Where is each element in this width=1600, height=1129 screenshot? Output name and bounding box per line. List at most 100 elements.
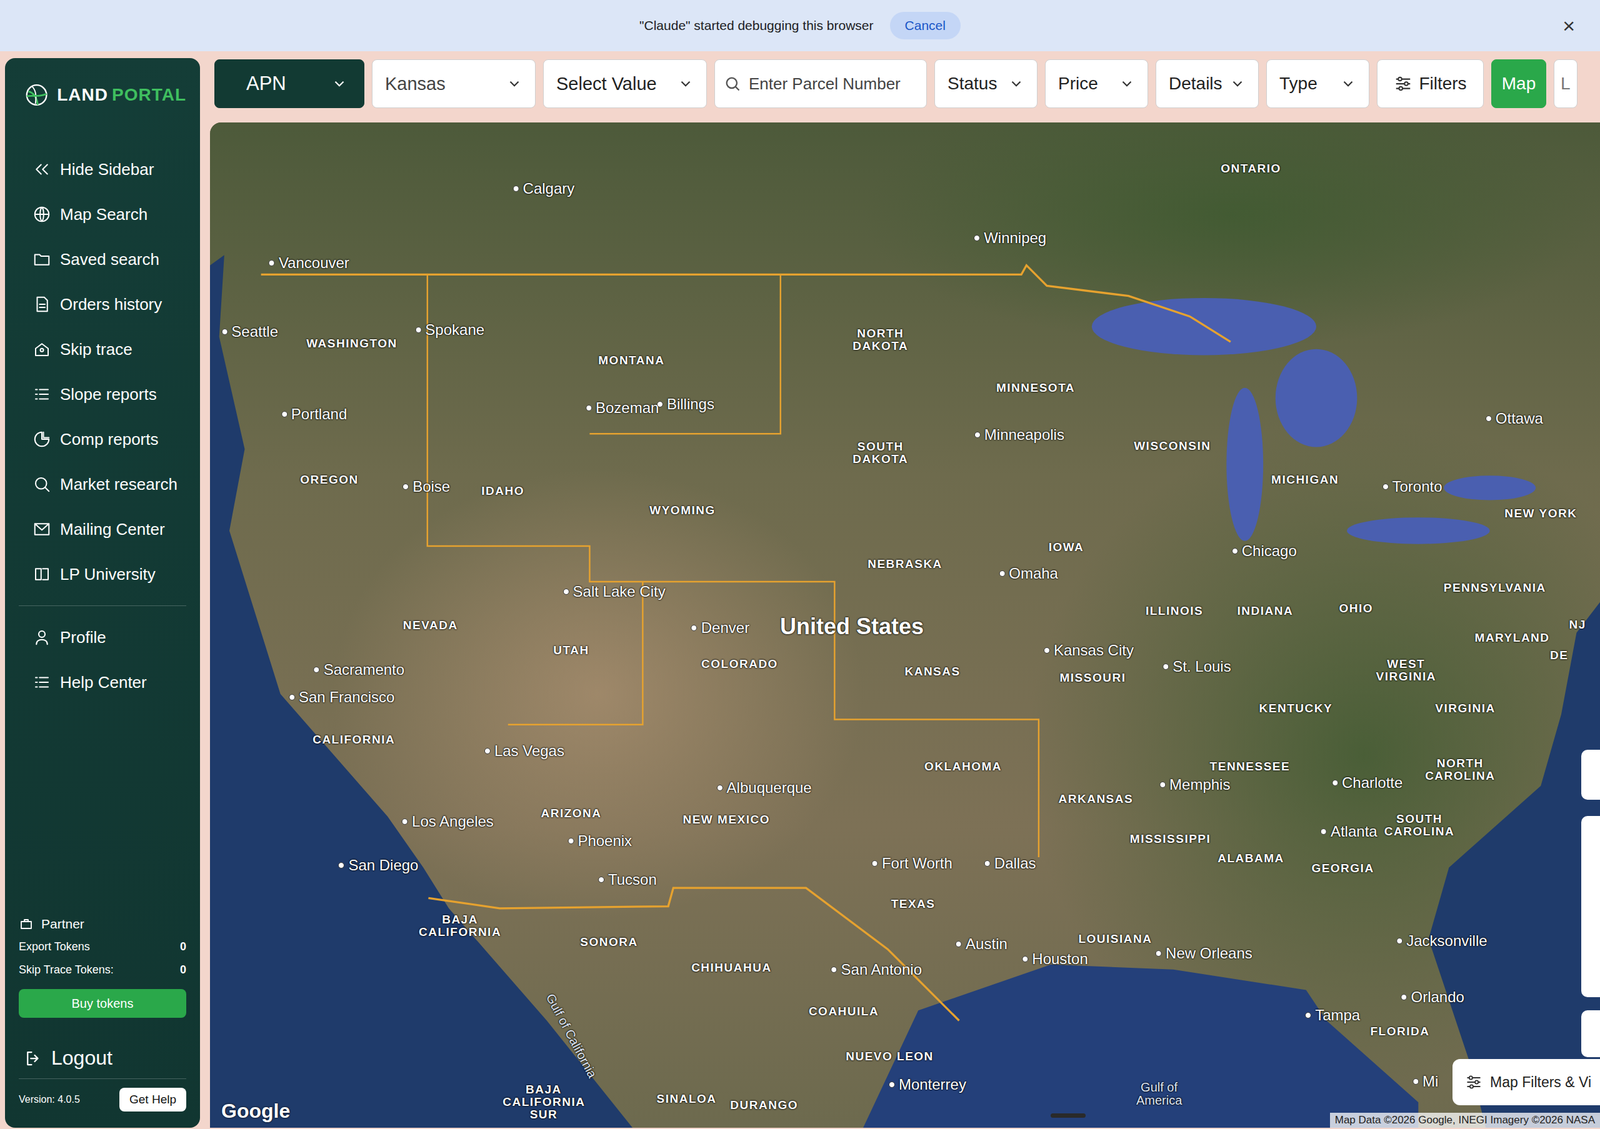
sidebar-item[interactable]: LP University xyxy=(18,551,187,597)
logo[interactable]: LANDPORTAL xyxy=(18,75,187,115)
map-label-text: NEVADA xyxy=(403,618,459,633)
map-label: Winnipeg xyxy=(973,229,1047,247)
map-label: GEORGIA xyxy=(1311,861,1374,876)
map-filters-button[interactable]: Map Filters & Vi xyxy=(1452,1059,1600,1106)
map-label: San Antonio xyxy=(831,961,922,979)
map-label-text: Winnipeg xyxy=(983,229,1047,247)
map-label: VIRGINIA xyxy=(1435,701,1495,716)
city-dot-icon xyxy=(1155,950,1162,957)
map-label-text: VIRGINIA xyxy=(1435,701,1495,716)
sidebar-item[interactable]: Skip trace xyxy=(18,326,187,372)
map-label-text: Salt Lake City xyxy=(573,583,666,601)
sidebar-item[interactable]: Orders history xyxy=(18,281,187,327)
page: LANDPORTAL Hide SidebarMap SearchSaved se… xyxy=(0,51,1600,1129)
partner-link[interactable]: Partner xyxy=(18,913,187,936)
map-label: OKLAHOMA xyxy=(924,760,1002,774)
map-label: Los Angeles xyxy=(401,813,494,831)
map-label: WYOMING xyxy=(649,503,716,518)
filter-dropdown[interactable]: Type xyxy=(1266,59,1370,109)
dropdown-value: APN xyxy=(246,72,287,95)
value-dropdown[interactable]: Select Value xyxy=(543,59,707,109)
map-label-text: Mi xyxy=(1422,1073,1439,1091)
map-label: LOUISIANA xyxy=(1078,932,1152,947)
dropdown-value: Select Value xyxy=(556,73,657,95)
filter-dropdown[interactable]: Details xyxy=(1155,59,1259,109)
parcel-search-field[interactable]: Enter Parcel Number xyxy=(714,59,927,109)
city-dot-icon xyxy=(656,401,664,408)
sidebar-item[interactable]: Saved search xyxy=(18,236,187,282)
map-control[interactable] xyxy=(1581,750,1600,800)
map-label: KANSAS xyxy=(904,665,960,679)
city-dot-icon xyxy=(401,818,409,825)
sidebar-item[interactable]: Mailing Center xyxy=(18,506,187,552)
filter-label: Price xyxy=(1058,73,1099,94)
city-dot-icon xyxy=(984,860,991,867)
sidebar-item[interactable]: Hide Sidebar xyxy=(18,146,187,192)
map[interactable]: CalgaryWinnipegONTARIOVancouverSeattleWA… xyxy=(210,122,1600,1129)
state-dropdown[interactable]: Kansas xyxy=(371,59,536,109)
map-label: SONORA xyxy=(580,935,638,950)
search-type-dropdown[interactable]: APN xyxy=(214,59,365,109)
filter-dropdown[interactable]: Price xyxy=(1045,59,1149,109)
cancel-button[interactable]: Cancel xyxy=(890,11,961,40)
map-label: OHIO xyxy=(1338,601,1374,616)
sidebar-item[interactable]: Comp reports xyxy=(18,416,187,462)
city-dot-icon xyxy=(1331,780,1339,787)
view-toggle[interactable]: Map xyxy=(1491,59,1547,109)
sidebar-item-label: Help Center xyxy=(60,673,147,693)
view-toggle[interactable]: L xyxy=(1553,59,1578,109)
city-dot-icon xyxy=(585,405,592,412)
map-label-text: TEXAS xyxy=(891,897,936,912)
sidebar-item[interactable]: Market research xyxy=(18,461,187,507)
city-dot-icon xyxy=(888,1081,895,1089)
map-label: CHIHUAHUA xyxy=(691,961,772,975)
sidebar-item[interactable]: Slope reports xyxy=(18,371,187,417)
city-dot-icon xyxy=(973,235,980,242)
city-dot-icon xyxy=(691,625,698,632)
city-dot-icon xyxy=(402,483,409,490)
filters-button[interactable]: Filters xyxy=(1376,59,1484,109)
map-label: Albuquerque xyxy=(716,779,812,797)
street-view-control[interactable] xyxy=(1581,1010,1600,1058)
city-dot-icon xyxy=(1043,647,1050,654)
map-label-text: Los Angeles xyxy=(411,813,494,831)
map-label: MARYLAND xyxy=(1475,631,1550,645)
globe-logo-icon xyxy=(25,77,49,113)
menu-item-icon xyxy=(32,160,52,179)
sidebar-item[interactable]: Help Center xyxy=(18,660,187,705)
spacer xyxy=(18,705,187,914)
city-dot-icon xyxy=(1305,1012,1312,1019)
filter-dropdown[interactable]: Status xyxy=(934,59,1038,109)
city-dot-icon xyxy=(1162,663,1169,670)
menu-item-icon xyxy=(32,430,52,449)
drag-handle[interactable] xyxy=(1050,1113,1086,1119)
map-label: OREGON xyxy=(300,473,359,487)
map-label-text: MARYLAND xyxy=(1475,631,1550,645)
zoom-control[interactable] xyxy=(1581,816,1600,998)
map-label: Calgary xyxy=(513,180,575,198)
sidebar-item[interactable]: Map Search xyxy=(18,191,187,237)
map-label: ONTARIO xyxy=(1220,161,1282,176)
map-label-text: MICHIGAN xyxy=(1271,473,1339,487)
map-label-text: NJ xyxy=(1568,618,1586,632)
version-row: Version: 4.0.5Get Help xyxy=(18,1088,187,1112)
city-dot-icon xyxy=(484,748,491,755)
map-label: Tampa xyxy=(1305,1006,1360,1025)
buy-tokens-button[interactable]: Buy tokens xyxy=(18,989,187,1019)
map-label: COLORADO xyxy=(701,657,779,672)
map-label-text: Seattle xyxy=(231,323,279,341)
map-label: SINALOA xyxy=(656,1092,717,1107)
sidebar-nav: Hide SidebarMap SearchSaved searchOrders… xyxy=(18,146,187,597)
map-label-text: BAJA CALIFORNIA xyxy=(418,913,502,939)
map-label: Chicago xyxy=(1231,542,1297,560)
map-label: MISSOURI xyxy=(1059,671,1126,685)
map-label-text: OHIO xyxy=(1338,601,1374,616)
logout-button[interactable]: Logout xyxy=(18,1046,187,1070)
close-button[interactable]: × xyxy=(1558,13,1579,39)
city-dot-icon xyxy=(1320,828,1327,835)
sidebar-item[interactable]: Profile xyxy=(18,615,187,660)
search-placeholder: Enter Parcel Number xyxy=(748,74,901,94)
get-help-button[interactable]: Get Help xyxy=(119,1088,187,1112)
city-dot-icon xyxy=(1159,781,1166,789)
map-label-text: ARKANSAS xyxy=(1058,792,1134,807)
